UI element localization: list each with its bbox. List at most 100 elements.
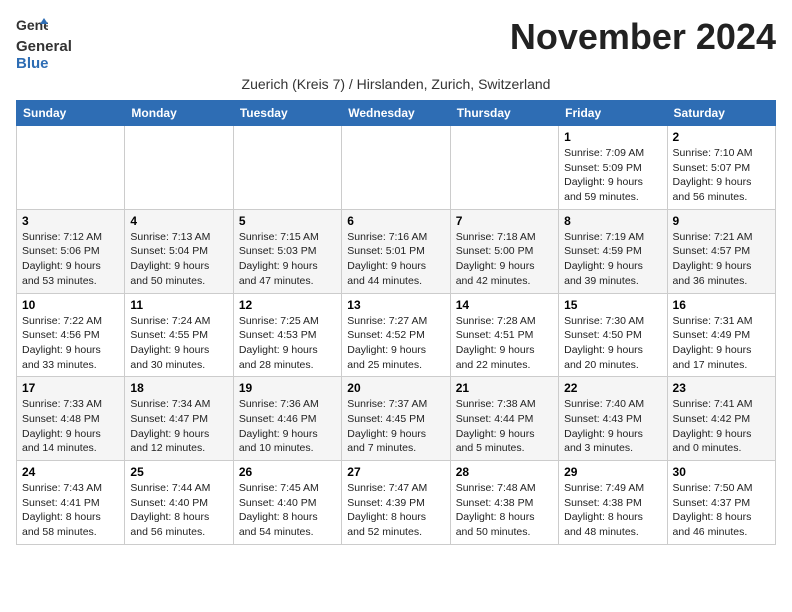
day-cell — [125, 126, 233, 210]
day-number: 30 — [673, 465, 770, 479]
day-number: 15 — [564, 298, 661, 312]
day-info: Sunrise: 7:30 AM Sunset: 4:50 PM Dayligh… — [564, 314, 661, 373]
day-info: Sunrise: 7:12 AM Sunset: 5:06 PM Dayligh… — [22, 230, 119, 289]
weekday-header-sunday: Sunday — [17, 101, 125, 126]
day-cell — [233, 126, 341, 210]
day-number: 14 — [456, 298, 553, 312]
day-info: Sunrise: 7:10 AM Sunset: 5:07 PM Dayligh… — [673, 146, 770, 205]
day-info: Sunrise: 7:38 AM Sunset: 4:44 PM Dayligh… — [456, 397, 553, 456]
day-cell: 16 Sunrise: 7:31 AM Sunset: 4:49 PM Dayli… — [667, 293, 775, 377]
day-cell: 23 Sunrise: 7:41 AM Sunset: 4:42 PM Dayli… — [667, 377, 775, 461]
day-cell: 2Sunrise: 7:10 AM Sunset: 5:07 PM Daylig… — [667, 126, 775, 210]
day-number: 1 — [564, 130, 661, 144]
day-cell: 11Sunrise: 7:24 AM Sunset: 4:55 PM Dayli… — [125, 293, 233, 377]
day-cell: 26 Sunrise: 7:45 AM Sunset: 4:40 PM Dayli… — [233, 461, 341, 545]
day-info: Sunrise: 7:48 AM Sunset: 4:38 PM Dayligh… — [456, 481, 553, 540]
day-info: Sunrise: 7:41 AM Sunset: 4:42 PM Dayligh… — [673, 397, 770, 456]
day-number: 18 — [130, 381, 227, 395]
day-number: 27 — [347, 465, 444, 479]
week-row-5: 24 Sunrise: 7:43 AM Sunset: 4:41 PM Dayli… — [17, 461, 776, 545]
day-cell: 25 Sunrise: 7:44 AM Sunset: 4:40 PM Dayli… — [125, 461, 233, 545]
day-number: 12 — [239, 298, 336, 312]
day-cell: 13Sunrise: 7:27 AM Sunset: 4:52 PM Dayli… — [342, 293, 450, 377]
weekday-header-thursday: Thursday — [450, 101, 558, 126]
header: General General Blue November 2024 — [16, 16, 776, 72]
day-cell: 24 Sunrise: 7:43 AM Sunset: 4:41 PM Dayli… — [17, 461, 125, 545]
weekday-header-tuesday: Tuesday — [233, 101, 341, 126]
week-row-2: 3Sunrise: 7:12 AM Sunset: 5:06 PM Daylig… — [17, 209, 776, 293]
day-cell: 4 Sunrise: 7:13 AM Sunset: 5:04 PM Daylig… — [125, 209, 233, 293]
day-number: 23 — [673, 381, 770, 395]
day-info: Sunrise: 7:49 AM Sunset: 4:38 PM Dayligh… — [564, 481, 661, 540]
day-number: 28 — [456, 465, 553, 479]
day-number: 24 — [22, 465, 119, 479]
day-cell: 10 Sunrise: 7:22 AM Sunset: 4:56 PM Dayli… — [17, 293, 125, 377]
day-cell: 20 Sunrise: 7:37 AM Sunset: 4:45 PM Dayli… — [342, 377, 450, 461]
day-info: Sunrise: 7:33 AM Sunset: 4:48 PM Dayligh… — [22, 397, 119, 456]
day-number: 16 — [673, 298, 770, 312]
month-year-title: November 2024 — [510, 16, 776, 58]
day-number: 7 — [456, 214, 553, 228]
day-number: 5 — [239, 214, 336, 228]
day-number: 11 — [130, 298, 227, 312]
day-number: 4 — [130, 214, 227, 228]
day-info: Sunrise: 7:15 AM Sunset: 5:03 PM Dayligh… — [239, 230, 336, 289]
day-info: Sunrise: 7:31 AM Sunset: 4:49 PM Dayligh… — [673, 314, 770, 373]
day-cell: 15 Sunrise: 7:30 AM Sunset: 4:50 PM Dayli… — [559, 293, 667, 377]
day-info: Sunrise: 7:47 AM Sunset: 4:39 PM Dayligh… — [347, 481, 444, 540]
week-row-4: 17 Sunrise: 7:33 AM Sunset: 4:48 PM Dayli… — [17, 377, 776, 461]
day-cell: 8 Sunrise: 7:19 AM Sunset: 4:59 PM Daylig… — [559, 209, 667, 293]
day-info: Sunrise: 7:21 AM Sunset: 4:57 PM Dayligh… — [673, 230, 770, 289]
logo: General General Blue — [16, 16, 72, 72]
day-number: 13 — [347, 298, 444, 312]
week-row-3: 10 Sunrise: 7:22 AM Sunset: 4:56 PM Dayli… — [17, 293, 776, 377]
weekday-header-saturday: Saturday — [667, 101, 775, 126]
weekday-header-friday: Friday — [559, 101, 667, 126]
day-number: 22 — [564, 381, 661, 395]
day-info: Sunrise: 7:40 AM Sunset: 4:43 PM Dayligh… — [564, 397, 661, 456]
day-info: Sunrise: 7:13 AM Sunset: 5:04 PM Dayligh… — [130, 230, 227, 289]
day-cell — [342, 126, 450, 210]
day-cell: 30 Sunrise: 7:50 AM Sunset: 4:37 PM Dayli… — [667, 461, 775, 545]
day-info: Sunrise: 7:09 AM Sunset: 5:09 PM Dayligh… — [564, 146, 661, 205]
day-cell: 28 Sunrise: 7:48 AM Sunset: 4:38 PM Dayli… — [450, 461, 558, 545]
calendar-subtitle: Zuerich (Kreis 7) / Hirslanden, Zurich, … — [16, 76, 776, 92]
day-cell: 6 Sunrise: 7:16 AM Sunset: 5:01 PM Daylig… — [342, 209, 450, 293]
day-number: 20 — [347, 381, 444, 395]
week-row-1: 1 Sunrise: 7:09 AM Sunset: 5:09 PM Daylig… — [17, 126, 776, 210]
day-cell: 27 Sunrise: 7:47 AM Sunset: 4:39 PM Dayli… — [342, 461, 450, 545]
day-info: Sunrise: 7:44 AM Sunset: 4:40 PM Dayligh… — [130, 481, 227, 540]
day-number: 29 — [564, 465, 661, 479]
day-info: Sunrise: 7:50 AM Sunset: 4:37 PM Dayligh… — [673, 481, 770, 540]
logo-blue: Blue — [16, 55, 49, 72]
day-number: 6 — [347, 214, 444, 228]
weekday-header-wednesday: Wednesday — [342, 101, 450, 126]
day-cell: 17 Sunrise: 7:33 AM Sunset: 4:48 PM Dayli… — [17, 377, 125, 461]
day-number: 10 — [22, 298, 119, 312]
day-cell: 18Sunrise: 7:34 AM Sunset: 4:47 PM Dayli… — [125, 377, 233, 461]
day-info: Sunrise: 7:19 AM Sunset: 4:59 PM Dayligh… — [564, 230, 661, 289]
day-info: Sunrise: 7:16 AM Sunset: 5:01 PM Dayligh… — [347, 230, 444, 289]
day-cell: 14 Sunrise: 7:28 AM Sunset: 4:51 PM Dayli… — [450, 293, 558, 377]
day-cell: 12Sunrise: 7:25 AM Sunset: 4:53 PM Dayli… — [233, 293, 341, 377]
day-number: 26 — [239, 465, 336, 479]
day-cell: 21 Sunrise: 7:38 AM Sunset: 4:44 PM Dayli… — [450, 377, 558, 461]
day-number: 19 — [239, 381, 336, 395]
day-cell: 1 Sunrise: 7:09 AM Sunset: 5:09 PM Daylig… — [559, 126, 667, 210]
day-info: Sunrise: 7:22 AM Sunset: 4:56 PM Dayligh… — [22, 314, 119, 373]
day-cell: 29 Sunrise: 7:49 AM Sunset: 4:38 PM Dayli… — [559, 461, 667, 545]
day-number: 25 — [130, 465, 227, 479]
day-number: 8 — [564, 214, 661, 228]
day-cell — [450, 126, 558, 210]
day-cell: 7Sunrise: 7:18 AM Sunset: 5:00 PM Daylig… — [450, 209, 558, 293]
day-number: 21 — [456, 381, 553, 395]
day-info: Sunrise: 7:28 AM Sunset: 4:51 PM Dayligh… — [456, 314, 553, 373]
calendar-table: SundayMondayTuesdayWednesdayThursdayFrid… — [16, 100, 776, 545]
weekday-header-monday: Monday — [125, 101, 233, 126]
day-info: Sunrise: 7:43 AM Sunset: 4:41 PM Dayligh… — [22, 481, 119, 540]
day-cell: 19Sunrise: 7:36 AM Sunset: 4:46 PM Dayli… — [233, 377, 341, 461]
day-info: Sunrise: 7:37 AM Sunset: 4:45 PM Dayligh… — [347, 397, 444, 456]
day-cell: 5 Sunrise: 7:15 AM Sunset: 5:03 PM Daylig… — [233, 209, 341, 293]
day-number: 17 — [22, 381, 119, 395]
day-info: Sunrise: 7:45 AM Sunset: 4:40 PM Dayligh… — [239, 481, 336, 540]
